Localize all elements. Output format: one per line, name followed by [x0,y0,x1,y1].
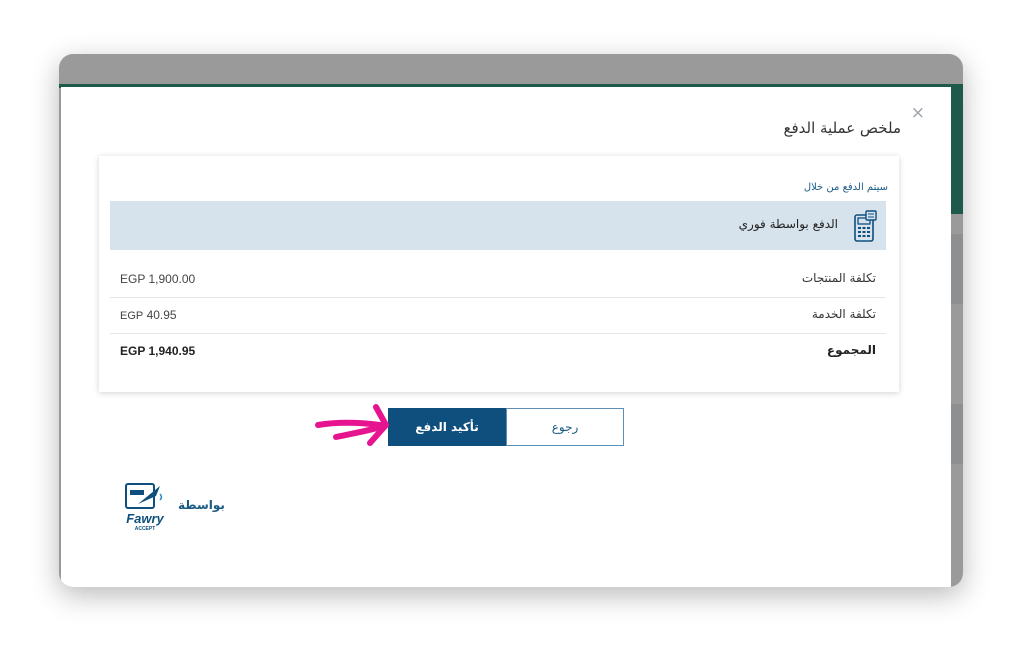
payment-method-label: الدفع بواسطة فوري [738,217,838,231]
summary-amount: EGP 1,900.00 [120,272,196,286]
summary-row-total: المجموع EGP 1,940.95 [110,333,886,369]
fawry-accept-logo: Fawry ACCEPT [125,483,165,532]
pos-terminal-icon [854,210,877,242]
background-accent [951,84,963,214]
confirm-payment-button[interactable]: تأكيد الدفع [388,408,506,446]
fawry-brand-text: Fawry [126,511,164,526]
summary-label: تكلفة الخدمة [811,307,876,321]
summary-row-service: تكلفة الخدمة EGP 40.95 [110,297,886,334]
summary-amount: EGP 40.95 [120,308,177,322]
background-panel [951,404,963,464]
payment-summary-modal: × ملخص عملية الدفع سيتم الدفع من خلال ال… [61,87,951,587]
accept-brand-text: ACCEPT [135,526,156,532]
powered-by-label: بواسطة [178,498,225,512]
payment-subtitle: سيتم الدفع من خلال [803,182,888,193]
close-icon[interactable]: × [911,105,925,122]
background-panel [951,234,963,304]
annotation-arrow-icon [315,404,389,446]
summary-row-products: تكلفة المنتجات EGP 1,900.00 [110,261,886,298]
back-button[interactable]: رجوع [506,408,624,446]
modal-title: ملخص عملية الدفع [783,119,901,137]
summary-label: تكلفة المنتجات [801,271,876,285]
summary-total-label: المجموع [826,343,876,357]
summary-total-amount: EGP 1,940.95 [120,344,196,358]
payment-method-row: الدفع بواسطة فوري [110,201,886,250]
payment-summary-card: سيتم الدفع من خلال الدفع بواسطة فوري تكل… [99,156,899,392]
